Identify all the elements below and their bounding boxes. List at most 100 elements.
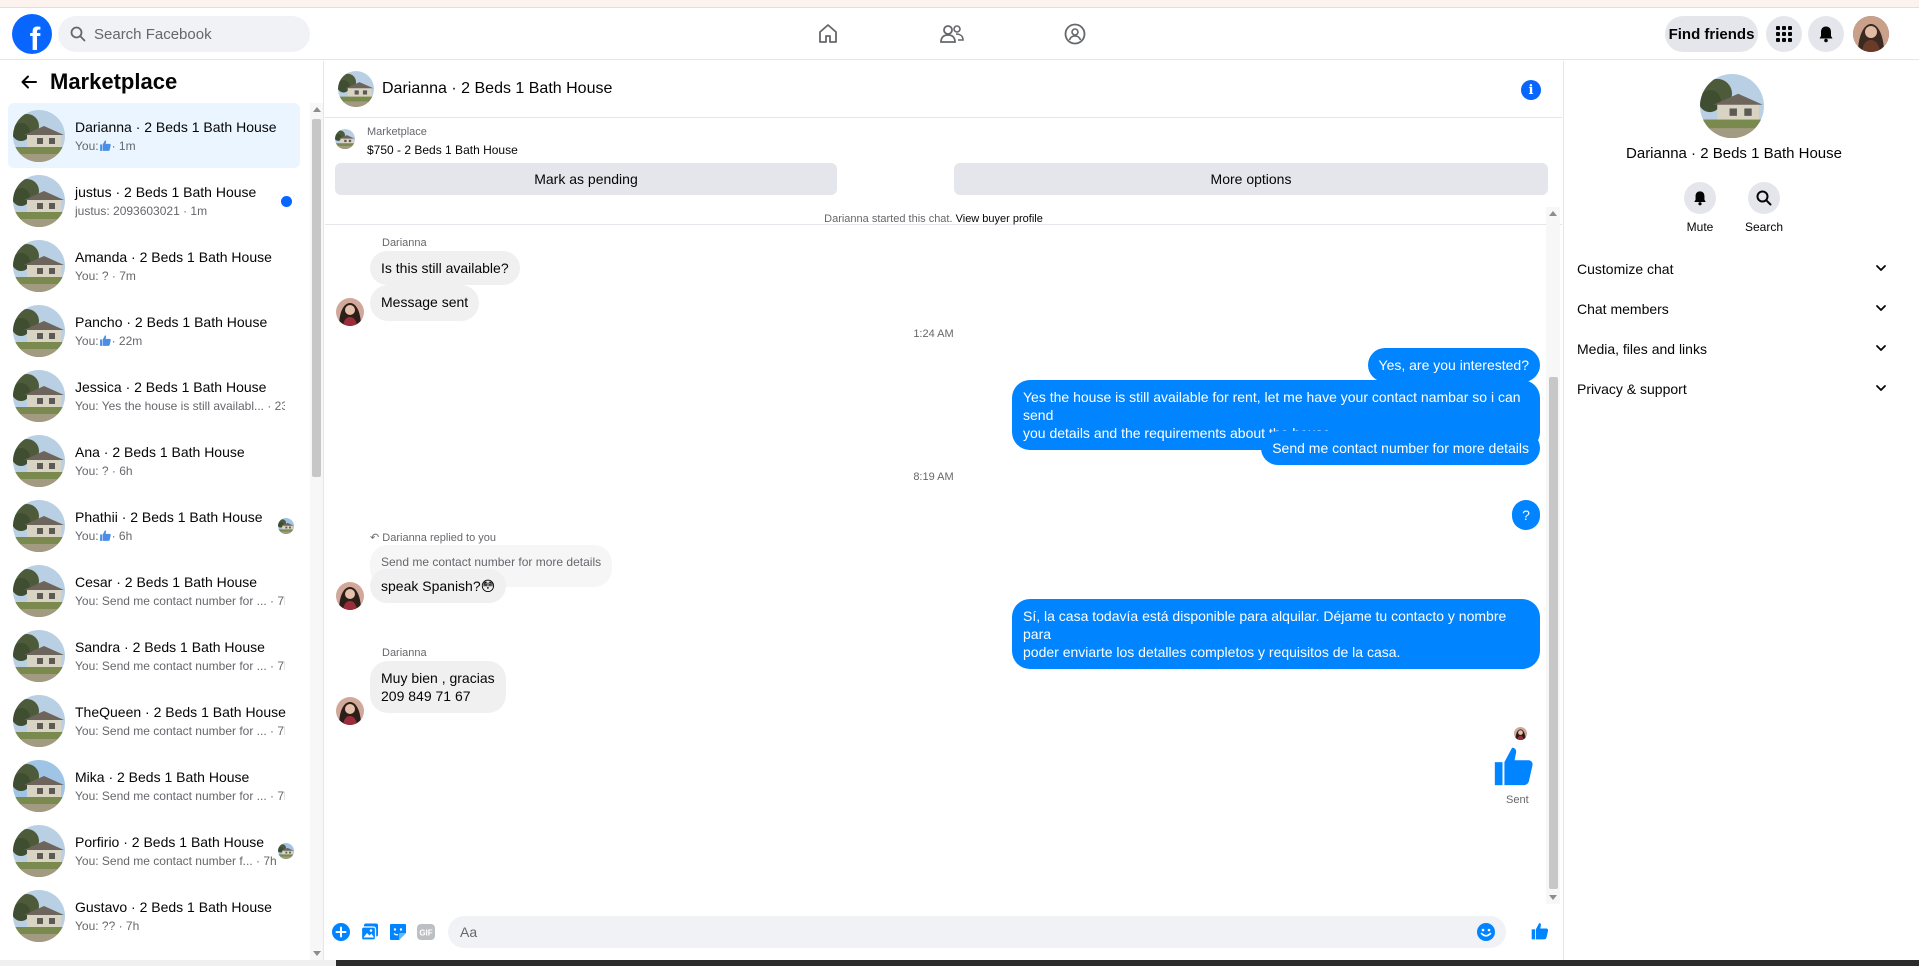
conversation-item[interactable]: Jessica · 2 Beds 1 Bath House You: Yes th… (8, 363, 300, 428)
conversation-name: Phathii · 2 Beds 1 Bath House (75, 508, 263, 525)
gif-icon[interactable]: GIF (416, 922, 436, 942)
browser-top-strip (0, 0, 1919, 8)
message-input-box[interactable] (448, 916, 1506, 948)
outgoing-message[interactable]: Sí, la casa todavía está disponible para… (1012, 599, 1540, 669)
conversation-name: Ana · 2 Beds 1 Bath House (75, 443, 245, 460)
conversation-preview: You: ? · 7m (75, 268, 136, 283)
sticker-icon[interactable] (388, 922, 408, 942)
scrollbar-thumb[interactable] (312, 119, 321, 477)
scrollbar-thumb[interactable] (1549, 377, 1558, 889)
search-chat-button[interactable]: Search (1734, 182, 1794, 234)
send-like-icon[interactable] (1530, 921, 1550, 941)
sender-avatar[interactable] (336, 582, 364, 610)
conversation-item[interactable]: Amanda · 2 Beds 1 Bath House You: ? · 7m (8, 233, 300, 298)
conversation-preview: You: · 22m (75, 334, 285, 348)
conversation-item[interactable]: Porfirio · 2 Beds 1 Bath House You: Send … (8, 818, 300, 883)
facebook-logo-icon[interactable]: f (12, 14, 52, 54)
message-input[interactable] (460, 924, 1420, 940)
sidebar-scrollbar[interactable] (310, 103, 323, 960)
svg-text:GIF: GIF (419, 929, 432, 938)
outgoing-message[interactable]: Send me contact number for more details (1261, 431, 1540, 465)
incoming-message[interactable]: Is this still available? (370, 251, 520, 285)
conversation-item[interactable]: TheQueen · 2 Beds 1 Bath House You: Send … (8, 688, 300, 753)
conversation-item[interactable]: Phathii · 2 Beds 1 Bath House You: · 6h (8, 493, 300, 558)
outgoing-message[interactable]: Yes, are you interested? (1367, 348, 1540, 382)
photo-icon[interactable] (360, 922, 380, 942)
sidebar-header: Marketplace (0, 61, 323, 103)
seen-avatar (278, 518, 294, 534)
incoming-message[interactable]: speak Spanish?😳 (370, 569, 507, 603)
conversation-name: Sandra · 2 Beds 1 Bath House (75, 638, 265, 655)
incoming-message[interactable]: Message sent (370, 285, 480, 321)
conversation-name: Pancho · 2 Beds 1 Bath House (75, 313, 268, 330)
conversation-item[interactable]: Pancho · 2 Beds 1 Bath House You: · 22m (8, 298, 300, 363)
bell-icon (1684, 182, 1716, 214)
details-section-chat-members[interactable]: Chat members (1577, 291, 1887, 327)
view-buyer-profile-link[interactable]: View buyer profile (956, 213, 1043, 225)
back-arrow-icon[interactable] (14, 67, 44, 97)
chevron-down-icon (1875, 381, 1887, 397)
like-icon (99, 334, 112, 348)
listing-thumbnail[interactable] (335, 129, 355, 149)
sidebar-title: Marketplace (50, 69, 178, 94)
conversation-thumbnail (13, 824, 65, 877)
outgoing-message[interactable]: ? (1512, 500, 1540, 530)
details-section-media-files-and-links[interactable]: Media, files and links (1577, 331, 1887, 367)
conversation-preview: You: Send me contact number for ... · 7h (75, 658, 285, 673)
info-icon[interactable]: i (1521, 80, 1541, 100)
mute-label: Mute (1686, 220, 1714, 234)
scroll-up-arrow-icon[interactable] (313, 107, 321, 112)
conversation-name: Mika · 2 Beds 1 Bath House (75, 768, 250, 785)
home-icon[interactable] (814, 20, 842, 48)
conversation-item[interactable]: Cesar · 2 Beds 1 Bath House You: Send me … (8, 558, 300, 623)
profile-avatar[interactable] (1853, 16, 1889, 52)
menu-grid-icon[interactable] (1766, 16, 1802, 52)
scroll-up-arrow-icon[interactable] (1549, 211, 1557, 216)
conversation-item[interactable]: Sandra · 2 Beds 1 Bath House You: Send me… (8, 623, 300, 688)
conversation-name: Porfirio · 2 Beds 1 Bath House (75, 833, 265, 850)
friends-icon[interactable] (938, 20, 966, 48)
chat-started-notice: Darianna started this chat. View buyer p… (325, 213, 1542, 225)
plus-circle-icon[interactable] (331, 922, 351, 942)
conversation-preview: You: Yes the house is still availabl... … (75, 398, 285, 413)
sent-status: Sent (1506, 794, 1529, 806)
mark-as-pending-button[interactable]: Mark as pending (335, 163, 837, 195)
search-box[interactable] (58, 16, 310, 52)
timestamp: 1:24 AM (913, 328, 954, 340)
conversation-item[interactable]: Gustavo · 2 Beds 1 Bath House You: ?? · 7… (8, 883, 300, 948)
conversation-item[interactable]: Darianna · 2 Beds 1 Bath House You: · 1m (8, 103, 300, 168)
conversation-name: justus · 2 Beds 1 Bath House (75, 183, 257, 200)
scroll-down-arrow-icon[interactable] (1549, 895, 1557, 900)
sender-avatar[interactable] (336, 298, 364, 326)
emoji-icon[interactable] (1476, 922, 1496, 947)
conversation-item[interactable]: Mika · 2 Beds 1 Bath House You: Send me c… (8, 753, 300, 818)
conversation-item[interactable]: justus · 2 Beds 1 Bath House justus: 2093… (8, 168, 300, 233)
big-like-icon[interactable] (1491, 743, 1537, 794)
chat-scrollbar[interactable] (1546, 207, 1560, 904)
chat-listing-thumbnail[interactable] (338, 71, 374, 107)
details-section-customize-chat[interactable]: Customize chat (1577, 251, 1887, 287)
conversation-name: Gustavo · 2 Beds 1 Bath House (75, 898, 272, 915)
incoming-message[interactable]: Muy bien , gracias 209 849 71 67 (370, 661, 506, 713)
chat-title[interactable]: Darianna · 2 Beds 1 Bath House (382, 80, 612, 98)
listing-title[interactable]: $750 - 2 Beds 1 Bath House (367, 143, 518, 157)
bell-icon[interactable] (1808, 16, 1844, 52)
chat-details-thumbnail[interactable] (1700, 74, 1764, 138)
search-icon (70, 26, 86, 42)
sender-avatar[interactable] (336, 697, 364, 725)
details-section-privacy-support[interactable]: Privacy & support (1577, 371, 1887, 407)
listing-source: Marketplace (367, 126, 427, 138)
conversation-thumbnail (13, 499, 65, 552)
find-friends-button[interactable]: Find friends (1665, 16, 1758, 52)
conversation-thumbnail (13, 434, 65, 487)
groups-icon[interactable] (1061, 20, 1089, 48)
scroll-down-arrow-icon[interactable] (313, 951, 321, 956)
mute-button[interactable]: Mute (1670, 182, 1730, 234)
search-input[interactable] (94, 25, 294, 43)
search-icon (1748, 182, 1780, 214)
section-label: Privacy & support (1577, 381, 1687, 397)
more-options-button[interactable]: More options (954, 163, 1548, 195)
chat-started-text: Darianna started this chat. (824, 213, 953, 225)
conversation-item[interactable]: Ana · 2 Beds 1 Bath House You: ? · 6h (8, 428, 300, 493)
conversation-preview: You: · 6h (75, 529, 285, 543)
